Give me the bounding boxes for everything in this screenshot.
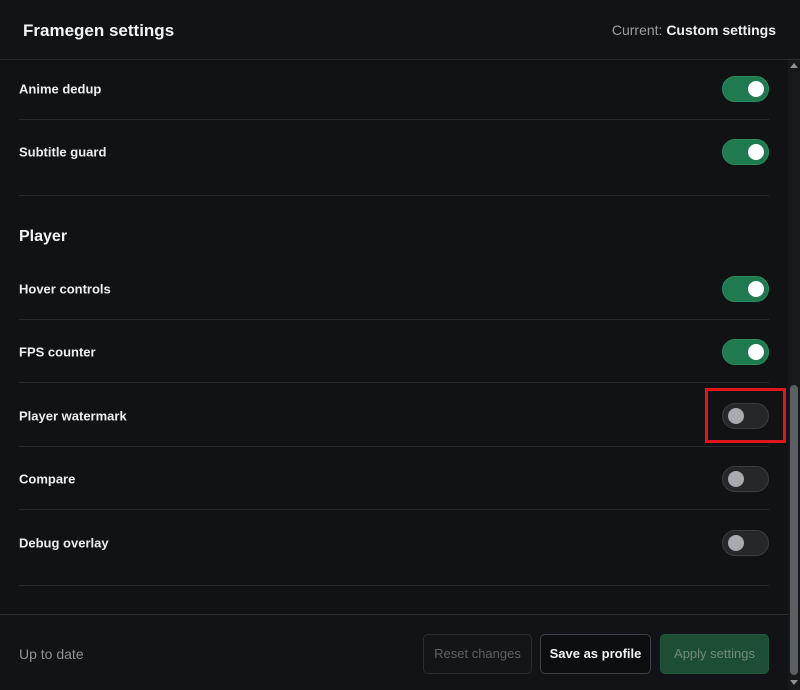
section-divider <box>19 585 769 586</box>
section-divider <box>19 195 769 196</box>
current-profile-label: Current: <box>611 22 663 38</box>
setting-label: FPS counter <box>19 344 96 359</box>
highlight-box <box>705 388 786 443</box>
scroll-down-arrow-icon[interactable] <box>790 680 798 685</box>
current-profile-value: Custom settings <box>666 22 776 38</box>
setting-row-compare: Compare <box>19 447 769 510</box>
compare-toggle[interactable] <box>722 465 769 492</box>
footer: Up to date Reset changes Save as profile… <box>0 614 788 690</box>
setting-row-hover-controls: Hover controls <box>19 257 769 320</box>
settings-list: Anime dedup Subtitle guard Player Hover … <box>0 60 788 614</box>
toggle-knob <box>748 343 764 360</box>
current-profile: Current: Custom settings <box>612 22 776 38</box>
fps-counter-toggle[interactable] <box>722 338 769 365</box>
save-as-profile-button[interactable]: Save as profile <box>540 634 651 674</box>
setting-label: Debug overlay <box>19 535 109 550</box>
setting-label: Player watermark <box>19 408 127 423</box>
toggle-knob <box>748 280 764 297</box>
setting-row-subtitle-guard: Subtitle guard <box>19 120 769 183</box>
section-title-player: Player <box>19 228 68 245</box>
setting-label: Hover controls <box>19 281 111 296</box>
apply-settings-button[interactable]: Apply settings <box>660 634 769 674</box>
scrollbar-thumb[interactable] <box>790 385 798 675</box>
setting-row-player-watermark: Player watermark <box>19 384 769 447</box>
setting-row-anime-dedup: Anime dedup <box>19 60 769 120</box>
setting-label: Compare <box>19 471 76 486</box>
header: Framegen settings Current: Custom settin… <box>0 0 800 60</box>
toggle-knob <box>748 143 764 160</box>
subtitle-guard-toggle[interactable] <box>722 138 769 165</box>
row-divider <box>19 382 769 383</box>
toggle-knob <box>748 80 764 97</box>
setting-row-fps-counter: FPS counter <box>19 320 769 383</box>
status-text: Up to date <box>19 646 84 662</box>
setting-label: Anime dedup <box>19 81 102 96</box>
debug-overlay-toggle[interactable] <box>722 529 769 556</box>
scroll-up-arrow-icon[interactable] <box>790 63 798 68</box>
toggle-knob <box>728 470 744 487</box>
setting-row-debug-overlay: Debug overlay <box>19 511 769 574</box>
page-title: Framegen settings <box>23 21 175 40</box>
reset-changes-button[interactable]: Reset changes <box>423 634 532 674</box>
anime-dedup-toggle[interactable] <box>722 75 769 102</box>
setting-label: Subtitle guard <box>19 144 107 159</box>
row-divider <box>19 509 769 510</box>
hover-controls-toggle[interactable] <box>722 275 769 302</box>
toggle-knob <box>728 534 744 551</box>
